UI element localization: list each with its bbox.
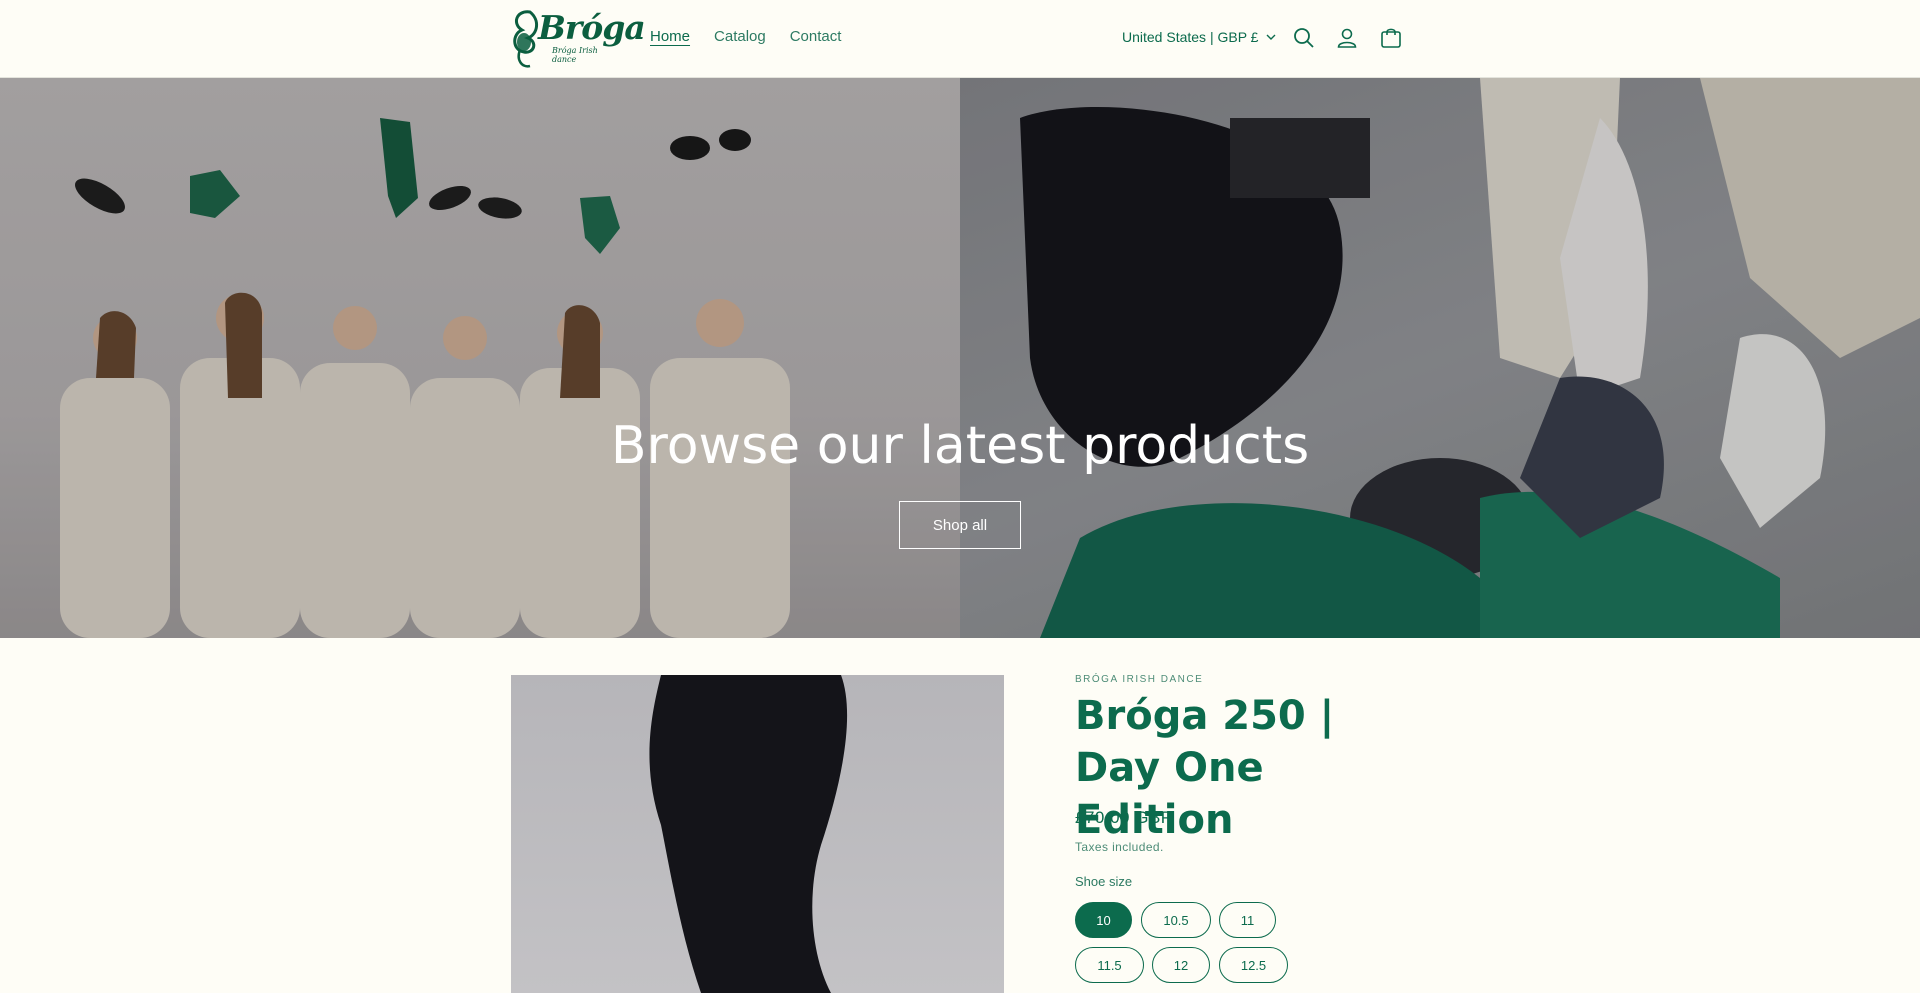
main-nav: Home Catalog Contact <box>650 28 865 45</box>
cart-icon[interactable] <box>1379 26 1403 50</box>
product-image[interactable] <box>511 675 1004 993</box>
country-currency-label: United States | GBP £ <box>1122 29 1259 45</box>
brand-logo[interactable]: Bróga Bróga Irish dance <box>508 6 646 72</box>
site-header: Bróga Bróga Irish dance Home Catalog Con… <box>0 0 1920 78</box>
size-option-11[interactable]: 11 <box>1219 902 1276 938</box>
product-vendor: BRÓGA IRISH DANCE <box>1075 674 1204 685</box>
chevron-down-icon <box>1266 34 1276 40</box>
size-option-12[interactable]: 12 <box>1152 947 1210 983</box>
size-option-10-5[interactable]: 10.5 <box>1141 902 1211 938</box>
nav-item-contact[interactable]: Contact <box>790 28 842 45</box>
logo-wordmark: Bróga <box>538 8 646 47</box>
size-option-10[interactable]: 10 <box>1075 902 1132 938</box>
hero-overlay <box>0 78 1920 638</box>
account-icon[interactable] <box>1335 26 1359 50</box>
shop-all-button[interactable]: Shop all <box>899 501 1021 549</box>
nav-item-home[interactable]: Home <box>650 28 690 45</box>
tax-note: Taxes included. <box>1075 840 1164 854</box>
hero-banner: Browse our latest products Shop all <box>0 78 1920 638</box>
search-icon[interactable] <box>1292 26 1316 50</box>
hero-title: Browse our latest products <box>610 416 1310 476</box>
nav-item-catalog[interactable]: Catalog <box>714 28 766 45</box>
logo-tagline: Bróga Irish dance <box>552 46 598 64</box>
product-price: £70.00 GBP <box>1075 808 1173 827</box>
size-option-11-5[interactable]: 11.5 <box>1075 947 1144 983</box>
size-option-12-5[interactable]: 12.5 <box>1219 947 1288 983</box>
size-option-label: Shoe size <box>1075 874 1133 889</box>
country-currency-selector[interactable]: United States | GBP £ <box>1122 29 1276 45</box>
